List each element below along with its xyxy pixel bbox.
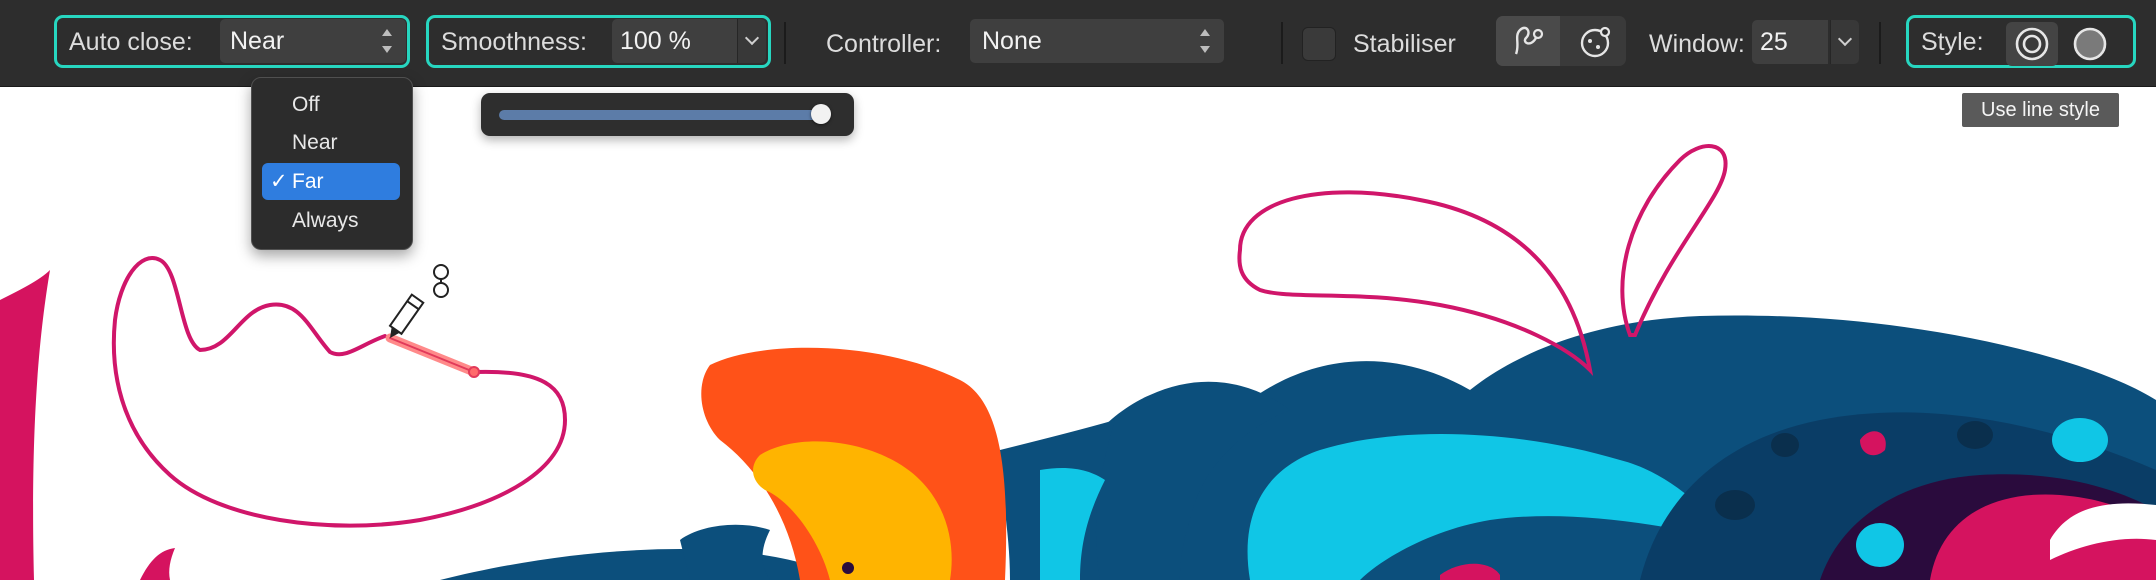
fill-style-icon (2073, 27, 2107, 61)
navy-spot-shape (1771, 433, 1799, 457)
window-value: 25 (1760, 28, 1788, 56)
style-label: Style: (1921, 28, 1984, 56)
menu-item-label: Near (292, 131, 338, 154)
magenta-splash-stroke (1237, 190, 1594, 376)
auto-close-group: Auto close: Near (54, 15, 410, 68)
magenta-freehand-stroke (111, 256, 568, 528)
style-tooltip: Use line style (1962, 93, 2119, 127)
cursor-node-indicator-icon (433, 264, 449, 298)
window-label: Window: (1649, 30, 1745, 58)
toolbar-divider (784, 22, 786, 64)
window-field[interactable]: 25 (1752, 20, 1828, 64)
menu-item-off[interactable]: Off (262, 86, 400, 123)
rope-mode-icon (1514, 26, 1544, 55)
magenta-leaf-shape (0, 270, 50, 580)
up-down-chevron-icon (1198, 26, 1212, 56)
menu-item-far[interactable]: ✓ Far (262, 163, 400, 200)
menu-item-near[interactable]: Near (262, 124, 400, 161)
smoothness-group: Smoothness: 100 % (426, 15, 771, 68)
rope-mode-button[interactable] (1496, 16, 1560, 66)
magenta-drop-stroke (1620, 144, 1728, 337)
line-style-icon (2015, 27, 2049, 61)
controller-select[interactable]: None (970, 19, 1224, 63)
toolbar-divider (1281, 22, 1283, 64)
navy-spot-shape (1957, 421, 1993, 449)
smoothness-field[interactable]: 100 % (612, 19, 737, 63)
stabiliser-label: Stabiliser (1353, 30, 1456, 58)
fill-style-button[interactable] (2064, 22, 2116, 66)
smoothness-label: Smoothness: (441, 28, 587, 56)
navy-spot-shape (1715, 490, 1755, 520)
auto-close-value: Near (230, 27, 285, 55)
window-mode-button[interactable] (1562, 16, 1626, 66)
stroke-end-node (468, 366, 480, 378)
style-group: Style: (1906, 15, 2136, 68)
smoothness-dropdown-chevron-icon[interactable] (737, 19, 766, 63)
navy-tail-shape (680, 524, 770, 580)
eye-dot-shape (842, 562, 854, 574)
stabiliser-checkbox[interactable] (1302, 27, 1336, 61)
menu-item-always[interactable]: Always (262, 202, 400, 239)
window-mode-icon (1580, 26, 1611, 58)
window-dropdown-chevron-icon[interactable] (1830, 20, 1859, 64)
toolbar-divider (1879, 22, 1881, 64)
smoothness-slider-popover (481, 93, 854, 136)
menu-item-label: Far (292, 170, 324, 193)
cyan-dot-shape (1856, 523, 1904, 567)
context-toolbar: Auto close: Near Smoothness: 100 % Contr… (0, 0, 2156, 87)
stabiliser-mode-segment (1496, 16, 1626, 66)
menu-item-label: Always (292, 209, 359, 232)
smoothness-slider-fill (499, 110, 821, 120)
controller-label: Controller: (826, 30, 942, 58)
magenta-small-shape (140, 548, 175, 580)
navy-base-shape (440, 549, 840, 580)
up-down-chevron-icon (380, 26, 394, 56)
checkmark-icon: ✓ (270, 170, 288, 193)
smoothness-value: 100 % (620, 27, 691, 55)
cyan-dot-shape (2052, 418, 2108, 462)
auto-close-select[interactable]: Near (220, 19, 406, 63)
controller-value: None (982, 27, 1042, 55)
smoothness-slider-thumb[interactable] (811, 104, 831, 124)
line-style-button[interactable] (2006, 22, 2058, 66)
smoothness-slider-track[interactable] (499, 104, 831, 124)
auto-close-label: Auto close: (69, 28, 193, 56)
menu-item-label: Off (292, 93, 320, 116)
auto-close-dropdown-menu: Off Near ✓ Far Always (251, 77, 413, 250)
